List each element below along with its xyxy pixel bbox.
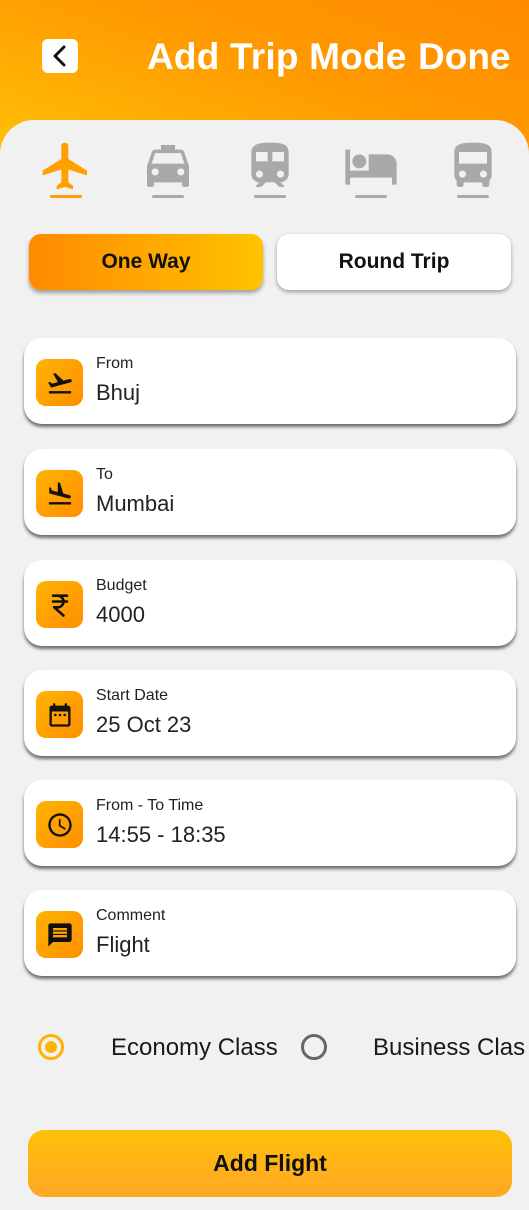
flight-land-icon xyxy=(36,470,83,517)
business-class-radio[interactable] xyxy=(301,1034,327,1060)
one-way-button[interactable]: One Way xyxy=(29,234,263,290)
from-value: Bhuj xyxy=(96,380,141,405)
calendar-icon xyxy=(36,691,83,738)
to-field[interactable]: To Mumbai xyxy=(24,449,516,535)
time-label: From - To Time xyxy=(96,797,204,814)
comment-value: Flight xyxy=(96,932,150,957)
start-date-field[interactable]: Start Date 25 Oct 23 xyxy=(24,670,516,756)
budget-label: Budget xyxy=(96,577,147,594)
tab-taxi[interactable] xyxy=(140,138,196,200)
back-button[interactable] xyxy=(42,39,78,73)
flight-icon xyxy=(42,142,87,190)
hotel-icon xyxy=(345,149,397,185)
time-field[interactable]: From - To Time 14:55 - 18:35 xyxy=(24,780,516,866)
business-class-label[interactable]: Business Clas xyxy=(373,1034,525,1062)
tab-underline xyxy=(457,195,489,198)
tab-underline xyxy=(355,195,387,198)
round-trip-button[interactable]: Round Trip xyxy=(277,234,511,290)
comment-label: Comment xyxy=(96,907,166,924)
to-label: To xyxy=(96,466,113,483)
add-flight-button[interactable]: Add Flight xyxy=(28,1130,512,1197)
tab-bus[interactable] xyxy=(445,138,501,200)
tab-underline xyxy=(152,195,184,198)
page-title: Add Trip Mode xyxy=(147,36,407,77)
from-label: From xyxy=(96,355,134,372)
comment-field[interactable]: Comment Flight xyxy=(24,890,516,976)
tab-hotel[interactable] xyxy=(343,138,399,200)
time-value: 14:55 - 18:35 xyxy=(96,822,226,847)
flight-takeoff-icon xyxy=(36,359,83,406)
tab-train[interactable] xyxy=(242,138,298,200)
chevron-left-icon xyxy=(53,45,66,67)
economy-class-radio[interactable] xyxy=(38,1034,64,1060)
budget-value: 4000 xyxy=(96,602,145,627)
budget-field[interactable]: Budget 4000 xyxy=(24,560,516,646)
rupee-icon xyxy=(36,581,83,628)
tab-flight[interactable] xyxy=(38,138,94,200)
travel-class-group: Economy Class Business Clas xyxy=(0,1028,529,1068)
tab-underline xyxy=(50,195,82,198)
taxi-icon xyxy=(147,145,189,187)
comment-icon xyxy=(36,911,83,958)
train-icon xyxy=(251,142,289,187)
to-value: Mumbai xyxy=(96,491,175,516)
done-button[interactable]: Done xyxy=(418,36,511,78)
economy-class-label[interactable]: Economy Class xyxy=(111,1034,278,1062)
clock-icon xyxy=(36,801,83,848)
bus-icon xyxy=(454,142,492,187)
from-field[interactable]: From Bhuj xyxy=(24,338,516,424)
tab-underline xyxy=(254,195,286,198)
start-date-label: Start Date xyxy=(96,687,169,704)
radio-dot xyxy=(45,1041,57,1053)
start-date-value: 25 Oct 23 xyxy=(96,712,192,737)
